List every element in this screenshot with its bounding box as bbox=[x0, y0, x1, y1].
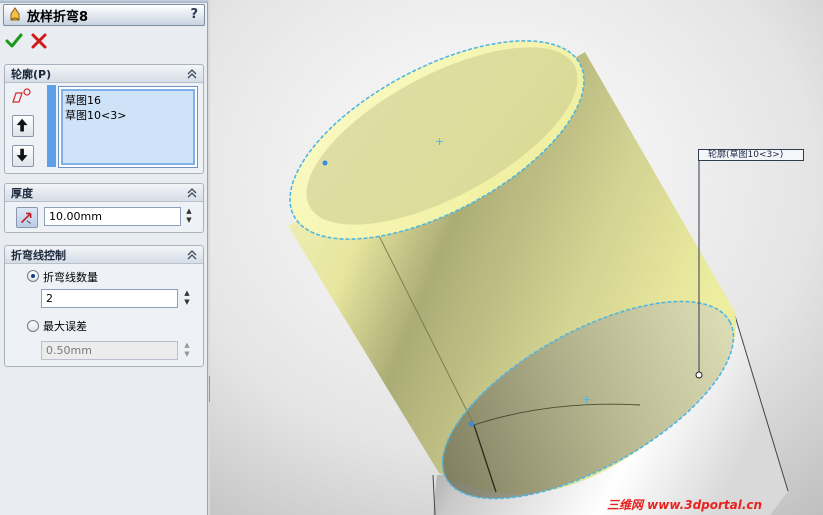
profile-group-header[interactable]: 轮廓(P) bbox=[5, 65, 203, 83]
max-deviation-label[interactable]: 最大误差 bbox=[43, 318, 87, 334]
bend-count-label[interactable]: 折弯线数量 bbox=[43, 269, 98, 285]
manager-tabs[interactable] bbox=[0, 0, 208, 3]
list-item[interactable]: 草图10<3> bbox=[65, 107, 126, 123]
profile-list-body: 草图16 草图10<3> bbox=[61, 89, 195, 165]
profile-sketch-icon bbox=[12, 88, 31, 103]
profile-callout[interactable]: 轮廓(草图10<3>) bbox=[698, 149, 804, 161]
property-manager: 放样折弯8 ? 轮廓(P) 草图16 草图10<3> 厚度 10.00mm ▲ … bbox=[0, 0, 208, 515]
profile-point[interactable] bbox=[322, 160, 328, 166]
list-item[interactable]: 草图16 bbox=[65, 92, 101, 108]
feature-title-bar: 放样折弯8 ? bbox=[3, 4, 205, 26]
thickness-group: 厚度 10.00mm ▲ ▼ bbox=[4, 183, 204, 233]
graphics-viewport[interactable]: + + bbox=[210, 0, 823, 515]
collapse-chevron-icon[interactable] bbox=[186, 249, 198, 261]
thickness-group-title: 厚度 bbox=[11, 186, 33, 200]
spin-down-icon: ▼ bbox=[184, 350, 190, 358]
arrow-down-icon bbox=[16, 148, 28, 162]
max-deviation-input: 0.50mm bbox=[41, 341, 178, 360]
cancel-cross-icon[interactable] bbox=[30, 32, 48, 50]
lofted-bend-icon bbox=[10, 7, 20, 21]
bend-count-spinner[interactable]: ▲ ▼ bbox=[182, 289, 192, 308]
collapse-chevron-icon[interactable] bbox=[186, 68, 198, 80]
center-mark: + bbox=[582, 393, 591, 406]
move-up-button[interactable] bbox=[12, 115, 34, 137]
max-deviation-spinner: ▲ ▼ bbox=[182, 341, 192, 360]
reverse-direction-button[interactable] bbox=[16, 207, 38, 228]
site-watermark: 三维网 www.3dportal.cn bbox=[607, 498, 763, 512]
help-button[interactable]: ? bbox=[190, 7, 198, 22]
spin-down-icon[interactable]: ▼ bbox=[182, 298, 192, 307]
center-mark: + bbox=[435, 135, 444, 148]
profile-list-selection-bar bbox=[47, 85, 56, 167]
thickness-input[interactable]: 10.00mm bbox=[44, 207, 181, 226]
callout-anchor[interactable] bbox=[695, 371, 703, 379]
spin-up-icon: ▲ bbox=[184, 341, 190, 349]
bend-count-input[interactable]: 2 bbox=[41, 289, 178, 308]
spin-down-icon[interactable]: ▼ bbox=[184, 216, 194, 225]
profile-list[interactable]: 草图16 草图10<3> bbox=[47, 85, 198, 168]
bend-line-control-group: 折弯线控制 折弯线数量 2 ▲ ▼ 最大误差 0.50mm ▲ ▼ bbox=[4, 245, 204, 367]
profile-point[interactable] bbox=[468, 421, 474, 427]
move-down-button[interactable] bbox=[12, 145, 34, 167]
profile-group-title: 轮廓(P) bbox=[11, 67, 52, 81]
collapse-chevron-icon[interactable] bbox=[186, 187, 198, 199]
reverse-direction-icon bbox=[20, 212, 32, 224]
ok-checkmark-icon[interactable] bbox=[5, 32, 23, 50]
bend-line-control-header[interactable]: 折弯线控制 bbox=[5, 246, 203, 264]
thickness-group-header[interactable]: 厚度 bbox=[5, 184, 203, 202]
thickness-spinner[interactable]: ▲ ▼ bbox=[184, 207, 194, 226]
profile-group: 轮廓(P) 草图16 草图10<3> bbox=[4, 64, 204, 174]
model-canvas: + + bbox=[210, 0, 823, 515]
max-deviation-radio[interactable] bbox=[27, 320, 39, 332]
feature-title: 放样折弯8 bbox=[27, 9, 89, 25]
spin-up-icon[interactable]: ▲ bbox=[184, 207, 194, 216]
arrow-up-icon bbox=[16, 118, 28, 132]
bend-line-control-title: 折弯线控制 bbox=[11, 248, 66, 262]
bend-count-radio[interactable] bbox=[27, 270, 39, 282]
spin-up-icon[interactable]: ▲ bbox=[182, 289, 192, 298]
